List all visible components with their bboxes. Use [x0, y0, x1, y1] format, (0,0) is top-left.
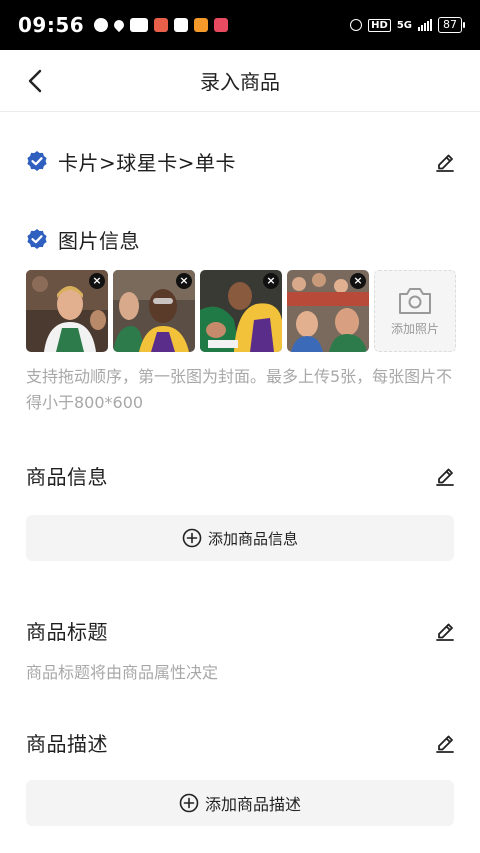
- edit-pencil-icon: [436, 154, 454, 172]
- status-right: HD 5G 87: [350, 17, 465, 33]
- nav-header: 录入商品: [0, 50, 480, 112]
- edit-product-title-button[interactable]: [434, 619, 456, 641]
- page-title: 录入商品: [200, 70, 280, 94]
- alarm-icon: [350, 19, 363, 31]
- product-title-heading: 商品标题: [26, 619, 108, 644]
- app-notification-icon: [194, 18, 209, 32]
- status-bar: 09:56 HD 5G 87: [0, 0, 480, 50]
- image-upload-hint: 支持拖动顺序，第一张图为封面。最多上传5张，每张图片不得小于800*600: [26, 367, 453, 412]
- edit-category-button[interactable]: [434, 150, 456, 172]
- add-photo-button[interactable]: 添加照片: [374, 270, 456, 352]
- network-label: 5G: [396, 19, 412, 31]
- signal-icon: [418, 19, 432, 31]
- location-pin-icon: [112, 17, 127, 33]
- chevron-left-icon: [28, 69, 42, 93]
- back-button[interactable]: [20, 66, 50, 96]
- app-notification-icon: [174, 18, 189, 32]
- remove-photo-button[interactable]: ×: [350, 273, 366, 289]
- app-notification-icon: [154, 18, 169, 32]
- add-product-info-label: 添加商品信息: [207, 529, 298, 548]
- app-notification-icon: [214, 18, 229, 32]
- photo-gallery: × × × × 添加照片: [26, 270, 456, 352]
- edit-product-desc-button[interactable]: [434, 731, 456, 753]
- status-app-icons: [94, 17, 229, 33]
- remove-photo-button[interactable]: ×: [176, 273, 192, 289]
- check-badge-icon: [26, 228, 48, 250]
- product-title-row: 商品标题: [26, 617, 456, 644]
- add-product-info-button[interactable]: 添加商品信息: [26, 515, 454, 561]
- check-badge-icon: [26, 150, 48, 172]
- product-info-title: 商品信息: [26, 464, 108, 489]
- camera-icon: [399, 287, 431, 314]
- photo-thumbnail[interactable]: ×: [26, 270, 108, 352]
- category-row[interactable]: 卡片>球星卡>单卡: [26, 148, 456, 175]
- app-notification-icon: [94, 18, 109, 32]
- edit-pencil-icon: [436, 623, 454, 641]
- product-title-hint: 商品标题将由商品属性决定: [26, 663, 219, 682]
- edit-product-info-button[interactable]: [434, 464, 456, 486]
- product-desc-title: 商品描述: [26, 731, 108, 756]
- status-time: 09:56: [18, 13, 85, 37]
- image-info-row: 图片信息: [26, 226, 456, 253]
- photo-thumbnail[interactable]: ×: [287, 270, 369, 352]
- product-info-row: 商品信息: [26, 462, 456, 489]
- edit-pencil-icon: [436, 468, 454, 486]
- plus-circle-icon: [182, 528, 202, 548]
- hd-badge: HD: [368, 18, 391, 32]
- photo-thumbnail[interactable]: ×: [200, 270, 282, 352]
- photo-thumbnail[interactable]: ×: [113, 270, 195, 352]
- add-product-desc-label: 添加商品描述: [204, 795, 301, 814]
- battery-icon: 87: [438, 17, 465, 33]
- add-product-desc-button[interactable]: 添加商品描述: [26, 780, 454, 826]
- edit-pencil-icon: [436, 735, 454, 753]
- remove-photo-button[interactable]: ×: [89, 273, 105, 289]
- app-notification-icon: [130, 18, 149, 32]
- battery-level: 87: [443, 18, 457, 31]
- image-info-title: 图片信息: [58, 228, 140, 253]
- remove-photo-button[interactable]: ×: [263, 273, 279, 289]
- product-desc-row: 商品描述: [26, 729, 456, 756]
- category-path: 卡片>球星卡>单卡: [58, 150, 237, 175]
- add-photo-label: 添加照片: [390, 321, 439, 336]
- plus-circle-icon: [179, 793, 199, 813]
